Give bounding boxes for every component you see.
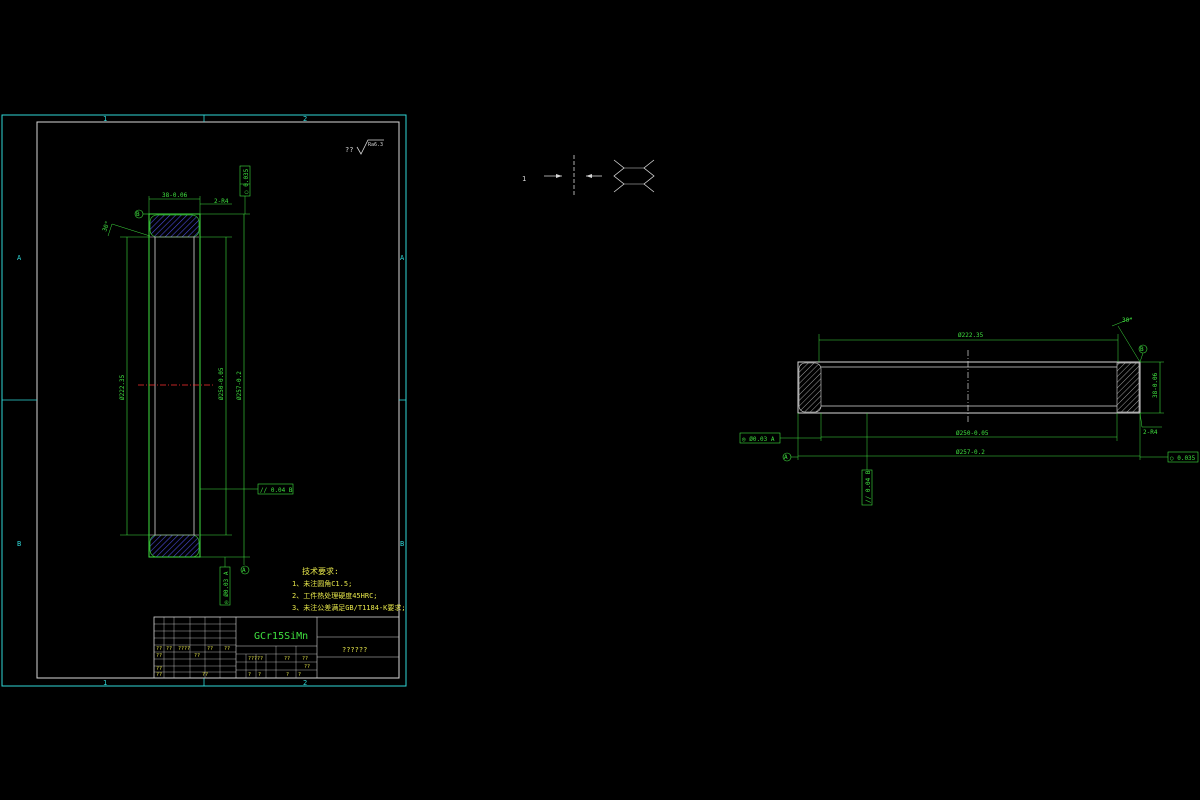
svg-text:??: ?? <box>345 146 353 154</box>
side-outer-dim: Ø257-0.2 <box>956 449 985 456</box>
zone-row-left-b: B <box>17 540 21 548</box>
zone-col-top-1: 1 <box>103 115 107 123</box>
tol-parallel: // 0.04 B <box>260 487 293 494</box>
zone-row-right-b: B <box>400 540 404 548</box>
hatch-top <box>149 214 200 238</box>
dim-outer-dia: Ø257-0.2 <box>236 371 243 400</box>
side-hatch-left <box>798 362 822 413</box>
tol-round-top: ○ 0.035 <box>243 168 250 194</box>
tb-label-15: ? <box>298 672 301 678</box>
side-datum-a: A <box>784 454 788 461</box>
cad-drawing-canvas: 1 2 1 2 A B A B ?? Ra6.3 Ø222.35 Ø250-0.… <box>1 114 1199 687</box>
sheet-frame: 1 2 1 2 A B A B <box>1 114 407 687</box>
tech-requirements: 技术要求: 1、未注圆角C1.5; 2、工件热处理硬度45HRC; 3、未注公差… <box>292 566 406 612</box>
tb-label-2: ???? <box>178 646 190 652</box>
datum-b-label: B <box>136 211 140 218</box>
outer-border <box>1 114 407 687</box>
side-height-dim: 38-0.06 <box>1152 372 1159 398</box>
side-ring-outline <box>797 361 1141 414</box>
zone-row-left-a: A <box>17 254 22 262</box>
tb-label-9: ?? <box>284 656 290 662</box>
tb-label-5: ?? <box>156 653 162 659</box>
tb-label-8: ????? <box>248 656 263 662</box>
tech-item-3: 3、未注公差满足GB/T1184-K要求; <box>292 603 406 612</box>
tol-concentric: ◎ Ø0.03 A <box>223 571 230 604</box>
tb-label-1: ?? <box>166 646 172 652</box>
side-bore-dim: Ø250-0.05 <box>956 430 989 437</box>
dim-inner-dia: Ø222.35 <box>119 374 126 400</box>
title-block: GCr15SiMn ?????? ?? ?? ???? ?? ?? ?? ?? … <box>153 616 400 679</box>
title-part-name: ?????? <box>342 646 367 654</box>
symbol-label: 1 <box>522 175 526 183</box>
ring-section-outline <box>148 213 201 558</box>
side-angle: 30° <box>1122 317 1133 324</box>
dim-angle: 30° <box>101 220 111 233</box>
section-view: Ø222.35 Ø250-0.05 Ø257-0.2 38-0.06 2-R4 … <box>101 165 294 606</box>
tb-label-13: ? <box>258 672 261 678</box>
dim-width: 38-0.06 <box>162 192 188 199</box>
tb-label-14: ? <box>286 672 289 678</box>
side-round-tol: ○ 0.035 <box>1170 455 1196 462</box>
tb-label-0: ?? <box>156 646 162 652</box>
tb-label-3: ?? <box>207 646 213 652</box>
tb-label-17: ?? <box>156 672 162 678</box>
tb-label-6: ?? <box>194 653 200 659</box>
dim-bore-dia: Ø250-0.05 <box>218 367 225 400</box>
side-chamfer: 2-R4 <box>1143 429 1158 436</box>
tb-label-4: ?? <box>224 646 230 652</box>
view-symbol: 1 <box>522 155 655 196</box>
tech-title: 技术要求: <box>302 566 339 576</box>
side-parallel-tol: // 0.04 B <box>865 470 872 503</box>
zone-row-right-a: A <box>400 254 405 262</box>
title-material: GCr15SiMn <box>254 631 308 642</box>
tech-item-1: 1、未注圆角C1.5; <box>292 579 352 588</box>
tb-label-12: ? <box>248 672 251 678</box>
tech-item-2: 2、工件热处理硬度45HRC; <box>292 591 378 600</box>
datum-a-label: A <box>242 567 246 574</box>
side-concentric-tol: ◎ Ø0.03 A <box>742 436 775 443</box>
side-top-dim: Ø222.35 <box>958 332 984 339</box>
hatch-bottom <box>149 534 200 558</box>
zone-col-bottom-2: 2 <box>303 679 307 687</box>
side-datum-b: B <box>1140 346 1144 353</box>
side-view: Ø222.35 30° B 38-0.06 2-R4 ◎ Ø0.03 A Ø25… <box>739 317 1199 506</box>
svg-text:Ra6.3: Ra6.3 <box>368 142 383 148</box>
zone-col-top-2: 2 <box>303 115 307 123</box>
zone-col-bottom-1: 1 <box>103 679 107 687</box>
tb-label-11: ?? <box>304 664 310 670</box>
side-hatch-right <box>1116 362 1140 413</box>
tb-label-10: ?? <box>302 656 308 662</box>
tb-label-16: ?? <box>202 672 208 678</box>
roughness-symbol: ?? Ra6.3 <box>345 139 384 155</box>
